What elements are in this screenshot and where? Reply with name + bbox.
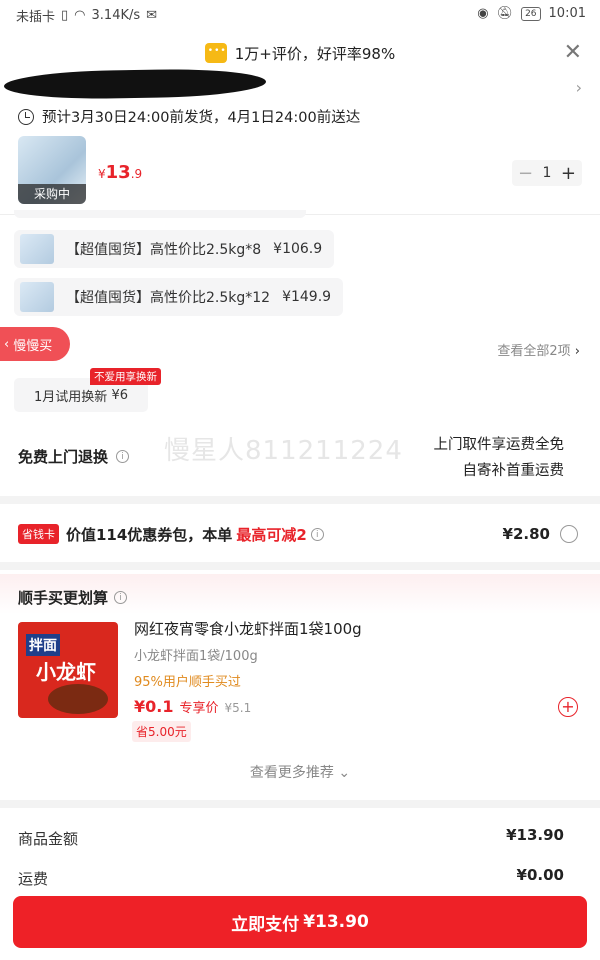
chevron-down-icon: ⌄ (338, 765, 351, 781)
chevron-left-icon: ‹ (4, 336, 10, 352)
network-speed: 3.14K/s (91, 8, 141, 23)
spec-label: 【超值囤货】高性价比2.5kg*8 (66, 242, 262, 258)
sim-status: 未插卡 (16, 10, 56, 25)
slow-buy-tab[interactable]: ‹ 慢慢买 (0, 327, 70, 361)
img-text-1: 拌面 (26, 634, 60, 656)
noodle-spec: 小龙虾拌面1袋/100g (134, 649, 258, 664)
status-left: 未插卡 ▯ ◠ 3.14K/s ✉ (16, 6, 157, 25)
review-text: 1万+评价，好评率98% (234, 44, 396, 63)
noodle-name[interactable]: 网红夜宵零食小龙虾拌面1袋100g (134, 618, 362, 639)
spec-thumbnail (20, 282, 54, 312)
quantity-value: 1 (542, 165, 552, 181)
battery-icon: 26 (521, 6, 541, 21)
free-return-title: 免费上门退换 i (18, 446, 130, 467)
noodle-bowl (48, 684, 108, 714)
product-thumbnail[interactable]: 采购中 (18, 136, 86, 204)
exchange-badge: 不爱用享换新 (90, 368, 161, 385)
status-right: ◉ 🔕︎ 26 10:01 (477, 6, 586, 21)
close-icon[interactable]: ✕ (564, 40, 582, 65)
section-separator (0, 496, 600, 504)
info-icon[interactable]: i (310, 528, 324, 541)
shipping-text: 预计3月30日24:00前发货，4月1日24:00前送达 (42, 110, 361, 126)
coupon-label: 价值114优惠券包，本单 (66, 526, 233, 544)
section-separator (0, 562, 600, 570)
pay-now-button[interactable]: 立即支付 ¥13.90 (13, 896, 587, 948)
purchasing-label: 采购中 (18, 184, 86, 204)
noodle-orig-price: ¥5.1 (224, 701, 252, 715)
noodle-price-label: 专享价 (179, 701, 219, 716)
freight-value: ¥0.00 (516, 866, 564, 884)
wechat-icon: ✉ (146, 8, 158, 23)
spec-row-partial (14, 210, 306, 218)
goods-amount-value: ¥13.90 (506, 826, 564, 844)
freight-label: 运费 (18, 870, 49, 888)
coupon-text[interactable]: 价值114优惠券包，本单 最高可减2 i (66, 524, 324, 545)
review-banner[interactable]: 1万+评价，好评率98% (0, 36, 600, 70)
return-line-2: 自寄补首重运费 (462, 463, 565, 479)
noodle-buyers: 95%用户顺手买过 (134, 675, 241, 690)
noodle-price-row: ¥0.1 专享价 ¥5.1 (134, 697, 251, 716)
wifi-icon: ◠ (74, 8, 86, 23)
coupon-price: ¥2.80 (502, 525, 550, 543)
price-int: 13 (105, 162, 131, 183)
coupon-radio[interactable] (560, 525, 578, 543)
chat-bubble-icon (204, 43, 227, 63)
quantity-stepper[interactable]: − 1 + (512, 160, 582, 186)
coupon-highlight: 最高可减2 (236, 526, 307, 544)
noodle-price: ¥0.1 (134, 697, 174, 716)
chevron-right-icon[interactable]: › (576, 78, 582, 97)
clock-time: 10:01 (548, 6, 586, 21)
goods-amount-label: 商品金额 (18, 830, 79, 848)
address-redacted[interactable] (3, 67, 267, 101)
product-price: ¥13.9 (98, 162, 142, 183)
free-return-label: 免费上门退换 (18, 448, 109, 466)
plus-button[interactable]: + (561, 163, 576, 184)
spec-price: ¥149.9 (282, 289, 332, 305)
save-tag: 省5.00元 (132, 721, 191, 742)
price-dec: .9 (130, 167, 143, 181)
more-label: 查看更多推荐 (249, 765, 334, 781)
trial-price: ¥6 (111, 387, 128, 403)
view-all-services[interactable]: 查看全部2项 › (497, 340, 580, 359)
mute-icon: 🔕︎ (496, 6, 514, 21)
spec-option[interactable]: 【超值囤货】高性价比2.5kg*8 ¥106.9 (14, 230, 335, 268)
section-separator (0, 800, 600, 808)
minus-button[interactable]: − (518, 163, 533, 184)
status-bar: 未插卡 ▯ ◠ 3.14K/s ✉ ◉ 🔕︎ 26 10:01 (0, 0, 600, 30)
shipping-estimate: 预计3月30日24:00前发货，4月1日24:00前送达 (18, 106, 360, 127)
trial-label: 1月试用换新 (34, 389, 108, 405)
pay-amount: ¥13.90 (303, 912, 369, 932)
savings-card-badge: 省钱卡 (18, 524, 59, 544)
chevron-right-icon: › (574, 344, 580, 359)
extra-section-title: 顺手买更划算 i (18, 587, 128, 608)
spec-price: ¥106.9 (273, 241, 323, 257)
price-symbol: ¥ (98, 167, 106, 181)
info-icon[interactable]: i (116, 450, 130, 463)
noodle-product-image[interactable]: 拌面 小龙虾 (18, 622, 118, 718)
info-icon[interactable]: i (114, 591, 128, 604)
slow-buy-label: 慢慢买 (13, 338, 53, 354)
clock-icon (18, 108, 34, 125)
spec-option[interactable]: 【超值囤货】高性价比2.5kg*12 ¥149.9 (14, 278, 344, 316)
img-text-2: 小龙虾 (36, 660, 96, 684)
watermark: 慢星人811211224 (164, 436, 403, 466)
add-icon[interactable]: + (558, 697, 578, 717)
return-line-1: 上门取件享运费全免 (433, 437, 565, 453)
pay-label: 立即支付 (231, 914, 300, 935)
spec-label: 【超值囤货】高性价比2.5kg*12 (66, 290, 271, 306)
spec-thumbnail (20, 234, 54, 264)
eye-icon: ◉ (477, 6, 489, 21)
return-details: 上门取件享运费全免 自寄补首重运费 (434, 432, 565, 484)
sim-icon: ▯ (61, 8, 69, 23)
more-recommendations[interactable]: 查看更多推荐 ⌄ (0, 762, 600, 782)
view-all-label: 查看全部2项 (497, 344, 571, 359)
extra-title-label: 顺手买更划算 (18, 589, 109, 607)
